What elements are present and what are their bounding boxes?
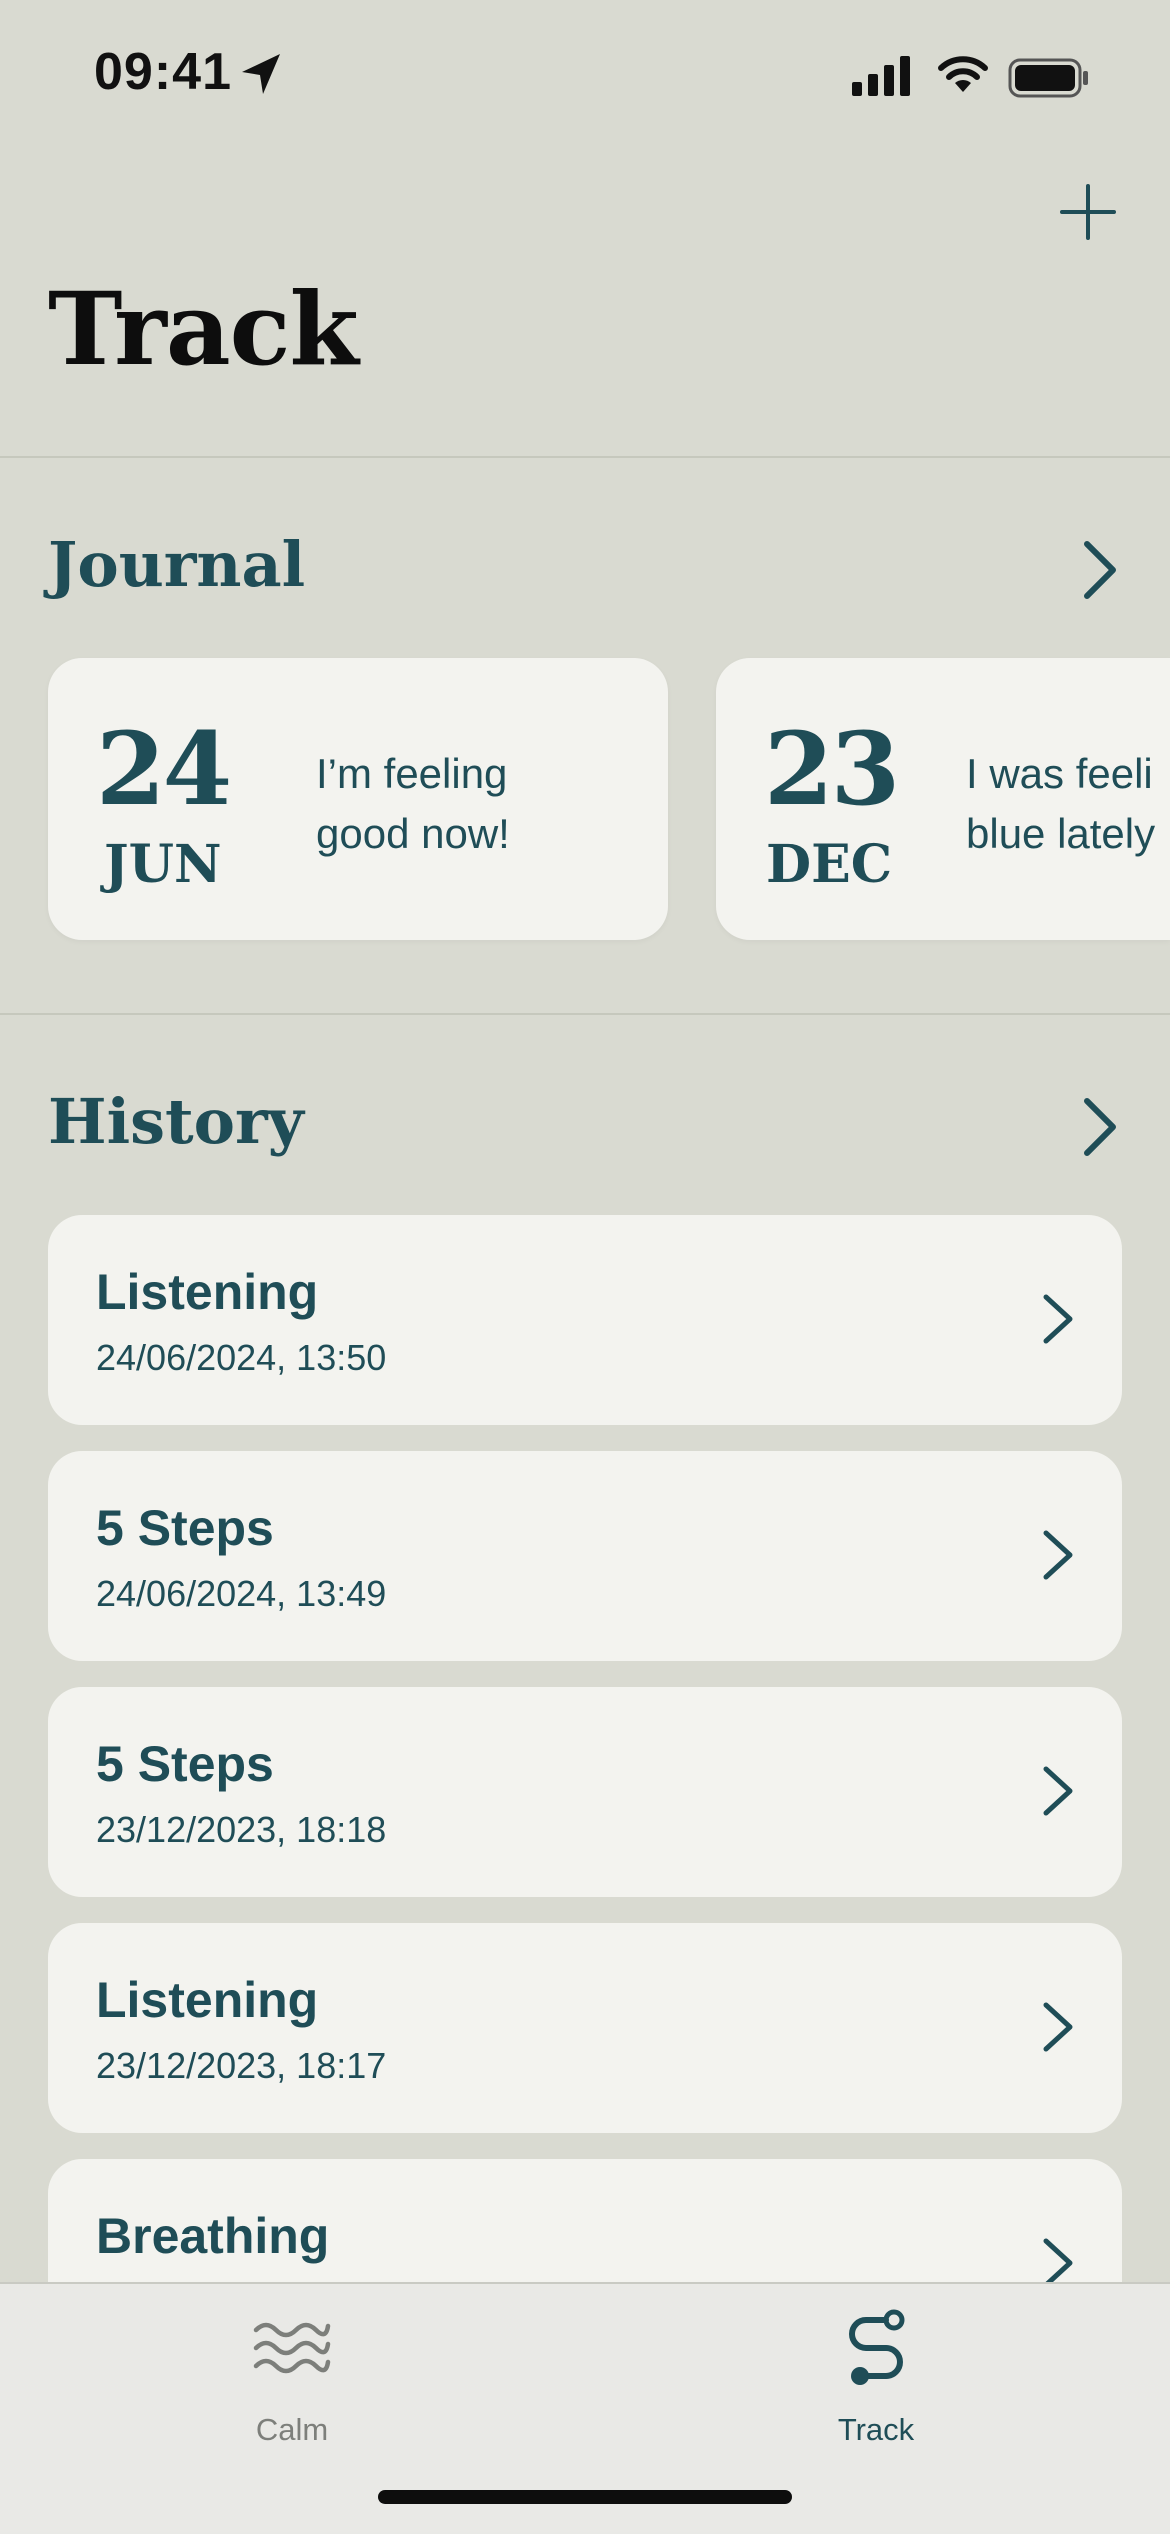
- journal-entry-text: I’m feeling good now!: [316, 744, 646, 864]
- journal-entry-month: DEC: [766, 834, 893, 895]
- tab-label: Track: [837, 2412, 915, 2447]
- chevron-right-icon: [1084, 541, 1116, 599]
- history-row-title: 5 Steps: [96, 1500, 274, 1556]
- history-row-title: 5 Steps: [96, 1736, 274, 1792]
- status-time: 09:41: [94, 43, 232, 101]
- path-icon: [849, 2309, 905, 2385]
- journal-see-all-button[interactable]: [1070, 535, 1130, 605]
- journal-entry-text: I was feeli blue lately: [966, 744, 1170, 864]
- divider: [0, 1013, 1170, 1015]
- plus-icon: [1060, 184, 1116, 240]
- chevron-right-icon: [1043, 1530, 1073, 1580]
- divider: [0, 456, 1170, 458]
- journal-entry-day: 24: [96, 710, 232, 828]
- history-section-title: History: [48, 1085, 304, 1158]
- history-see-all-button[interactable]: [1070, 1092, 1130, 1162]
- journal-entry-text-line: blue lately: [966, 810, 1156, 857]
- chevron-right-icon: [1043, 1294, 1073, 1344]
- history-row-title: Listening: [96, 1972, 319, 2028]
- tab-label: Calm: [255, 2412, 329, 2447]
- journal-entry-text-line: I was feeli: [966, 750, 1153, 797]
- history-row-date: 24/06/2024, 13:50: [96, 1337, 387, 1378]
- history-row[interactable]: 5 Steps 24/06/2024, 13:49: [48, 1451, 1122, 1661]
- location-arrow-icon: [242, 54, 280, 94]
- journal-entry-card[interactable]: 23 DEC I was feeli blue lately: [716, 658, 1170, 940]
- history-row[interactable]: Listening 24/06/2024, 13:50: [48, 1215, 1122, 1425]
- history-row-date: 24/06/2024, 13:49: [96, 1573, 387, 1614]
- page-title: Track: [48, 270, 359, 388]
- chevron-right-icon: [1043, 2002, 1073, 2052]
- tab-calm[interactable]: Calm: [192, 2304, 392, 2454]
- journal-section-title: Journal: [48, 528, 306, 601]
- history-row-title: Listening: [96, 1264, 319, 1320]
- journal-entry-day: 23: [764, 710, 900, 828]
- battery-icon: [1008, 58, 1088, 98]
- chevron-right-icon: [1084, 1098, 1116, 1156]
- cellular-signal-icon: [852, 56, 910, 96]
- history-row-title: Breathing: [96, 2208, 330, 2264]
- add-button[interactable]: [1048, 172, 1128, 252]
- journal-entry-text-line: I’m feeling: [316, 750, 508, 797]
- chevron-right-icon: [1043, 1766, 1073, 1816]
- home-indicator: [378, 2490, 792, 2504]
- journal-entry-month: JUN: [104, 834, 222, 895]
- history-row[interactable]: Listening 23/12/2023, 18:17: [48, 1923, 1122, 2133]
- waves-icon: [253, 2322, 331, 2374]
- history-row-date: 23/12/2023, 18:18: [96, 1809, 387, 1850]
- tab-track[interactable]: Track: [776, 2304, 976, 2454]
- history-row[interactable]: 5 Steps 23/12/2023, 18:18: [48, 1687, 1122, 1897]
- journal-entry-text-line: good now!: [316, 810, 510, 857]
- journal-entry-card[interactable]: 24 JUN I’m feeling good now!: [48, 658, 668, 940]
- wifi-icon: [938, 56, 988, 92]
- history-row-date: 23/12/2023, 18:17: [96, 2045, 387, 2086]
